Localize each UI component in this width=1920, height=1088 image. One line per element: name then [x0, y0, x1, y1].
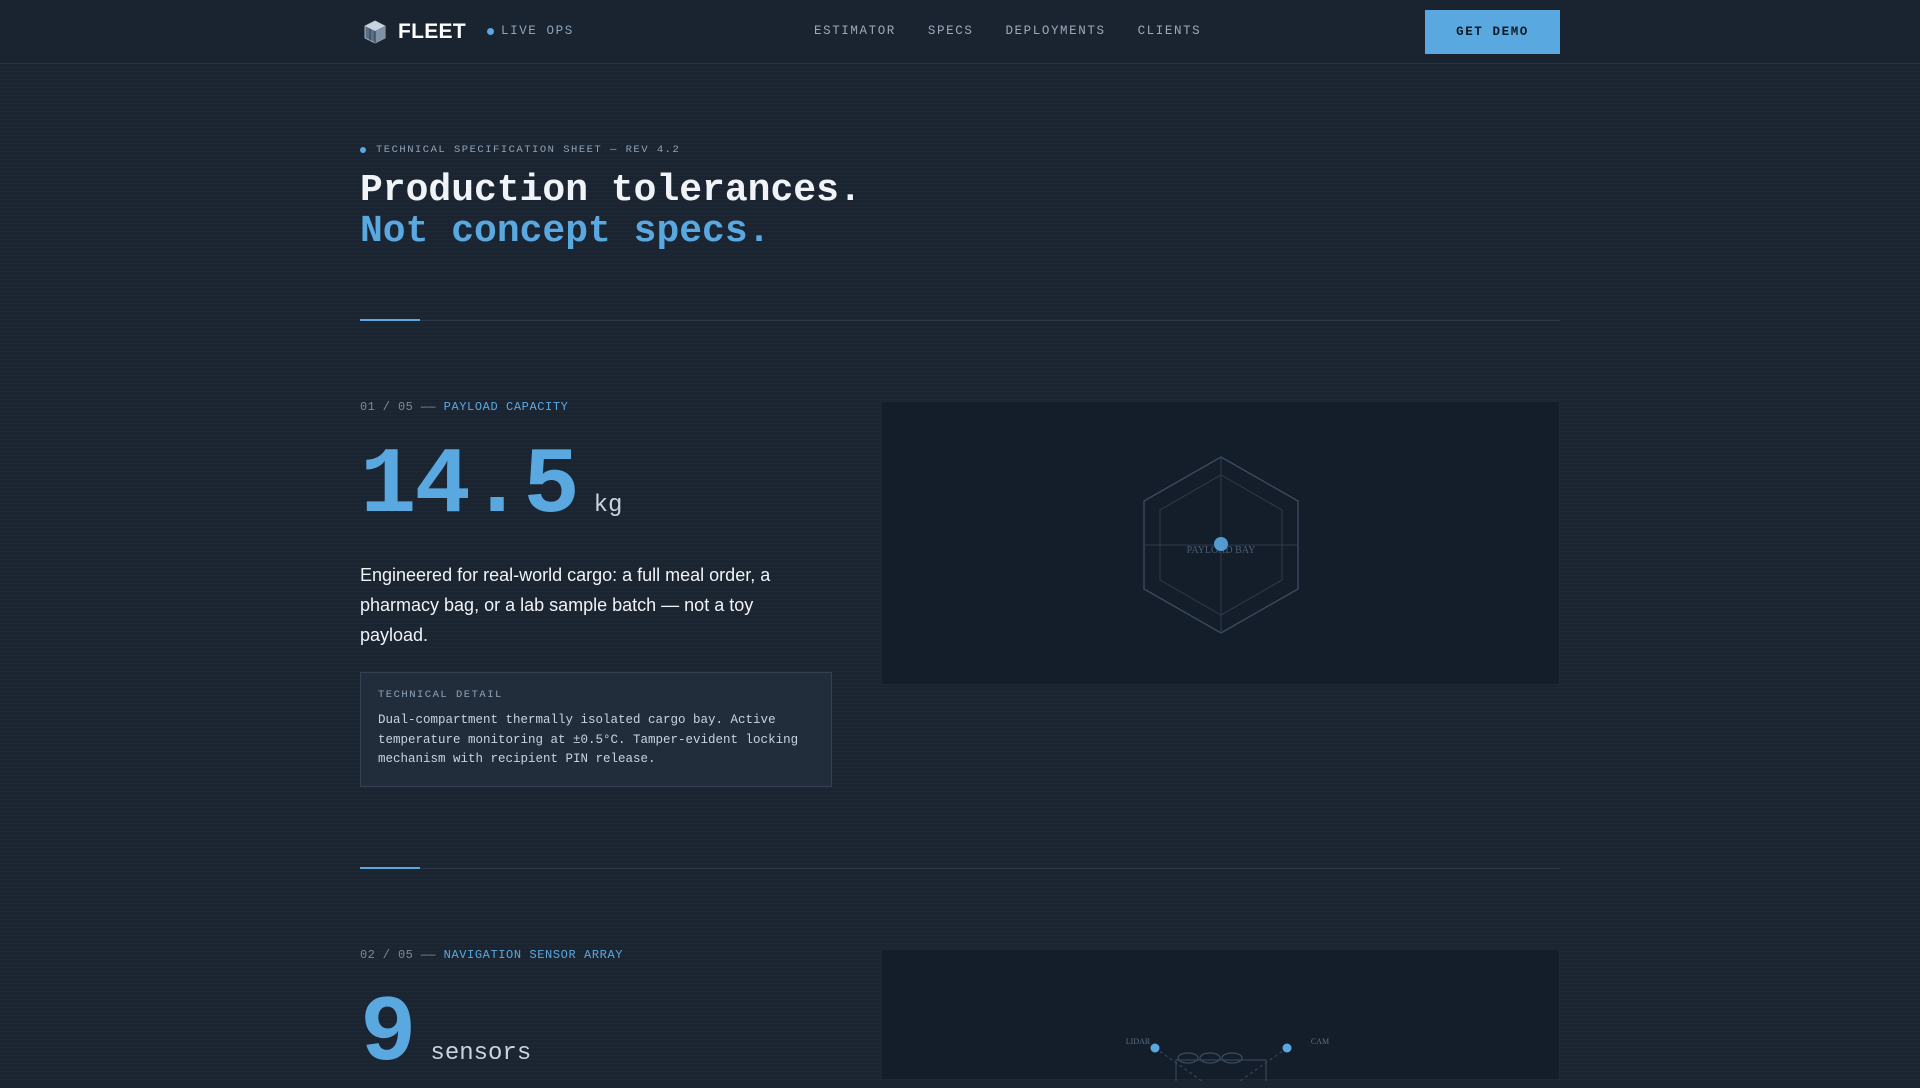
eyebrow-dot-icon — [360, 147, 366, 153]
get-demo-button[interactable]: GET DEMO — [1425, 10, 1560, 54]
section-divider-2 — [360, 867, 1560, 869]
section-divider — [360, 319, 1560, 321]
eyebrow-text: TECHNICAL SPECIFICATION SHEET — REV 4.2 — [376, 144, 681, 156]
nav-link-deployments[interactable]: DEPLOYMENTS — [1005, 24, 1105, 38]
spec-sheet-eyebrow: TECHNICAL SPECIFICATION SHEET — REV 4.2 — [360, 144, 1560, 156]
metric-unit: sensors — [430, 1040, 532, 1067]
nav-menu: ESTIMATOR SPECS DEPLOYMENTS CLIENTS — [814, 24, 1201, 38]
divider-accent-2 — [360, 867, 420, 869]
section-dash: —— — [420, 400, 437, 414]
status-dot-icon — [487, 27, 494, 35]
headline-line-1: Production tolerances. — [360, 169, 862, 212]
lidar-node-icon — [1150, 1043, 1160, 1053]
payload-bay-visual: PAYLOAD BAY — [881, 401, 1560, 685]
brand-logo[interactable]: FLEET — [362, 19, 466, 45]
section-name: PAYLOAD CAPACITY — [443, 400, 569, 414]
technical-detail-body: Dual-compartment thermally isolated carg… — [378, 713, 799, 766]
metric-unit: kg — [593, 492, 623, 519]
cube-logo-icon — [364, 20, 386, 44]
technical-detail-card: TECHNICAL DETAIL Dual-compartment therma… — [360, 672, 832, 787]
live-ops-status: LIVE OPS — [487, 24, 574, 38]
payload-node-icon — [1214, 537, 1228, 551]
lidar-label: LIDAR — [1126, 1037, 1151, 1046]
nav-link-specs[interactable]: SPECS — [928, 24, 974, 38]
section-dash: —— — [420, 948, 437, 962]
metric-value: 9 — [360, 982, 416, 1088]
nav-link-clients[interactable]: CLIENTS — [1138, 24, 1202, 38]
top-nav: FLEET LIVE OPS ESTIMATOR SPECS DEPLOYMEN… — [0, 0, 1920, 64]
brand-name: FLEET — [398, 20, 466, 43]
hexagon-payload-diagram: PAYLOAD BAY — [1143, 456, 1299, 634]
section-index: 02 / 05 — [360, 948, 414, 962]
headline-line-2: Not concept specs. — [360, 210, 771, 253]
sensor-array-diagram: LIDAR CAM — [1126, 1037, 1329, 1081]
metric-value: 14.5 — [360, 434, 580, 540]
live-ops-label: LIVE OPS — [501, 24, 574, 38]
divider-accent — [360, 319, 420, 321]
cam-label: CAM — [1311, 1037, 1329, 1046]
page-title: Production tolerances. Not concept specs… — [360, 170, 1560, 252]
section-name: NAVIGATION SENSOR ARRAY — [443, 948, 624, 962]
technical-detail-title: TECHNICAL DETAIL — [378, 689, 503, 701]
section-index: 01 / 05 — [360, 400, 414, 414]
nav-link-estimator[interactable]: ESTIMATOR — [814, 24, 896, 38]
sensor-array-visual: LIDAR CAM — [881, 949, 1560, 1081]
cam-node-icon — [1282, 1043, 1292, 1053]
payload-description: Engineered for real-world cargo: a full … — [360, 565, 771, 645]
